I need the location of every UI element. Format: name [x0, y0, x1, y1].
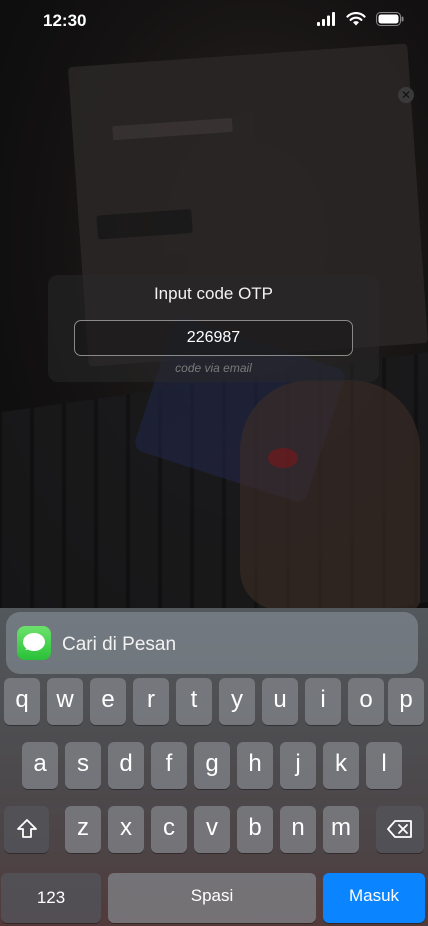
key-n[interactable]: n	[280, 806, 316, 853]
key-d[interactable]: d	[108, 742, 144, 789]
key-a[interactable]: a	[22, 742, 58, 789]
key-i[interactable]: i	[305, 678, 341, 725]
space-key[interactable]: Spasi	[108, 873, 316, 923]
backspace-icon	[387, 820, 412, 838]
delete-key[interactable]	[376, 806, 424, 853]
shift-icon	[16, 819, 37, 838]
messages-app-icon	[17, 626, 51, 660]
key-e[interactable]: e	[90, 678, 126, 725]
speech-bubble-icon	[23, 633, 45, 651]
numbers-key[interactable]: 123	[1, 873, 101, 923]
shift-key[interactable]	[4, 806, 49, 853]
battery-icon	[376, 12, 404, 26]
key-t[interactable]: t	[176, 678, 212, 725]
key-x[interactable]: x	[108, 806, 144, 853]
key-j[interactable]: j	[280, 742, 316, 789]
flyer-button-shape	[96, 208, 193, 240]
key-b[interactable]: b	[237, 806, 273, 853]
otp-dialog: Input code OTP code via email	[48, 275, 379, 382]
close-icon: ✕	[398, 87, 414, 103]
cellular-signal-icon	[317, 12, 335, 26]
otp-hint: code via email	[175, 361, 252, 375]
enter-key[interactable]: Masuk	[323, 873, 425, 923]
key-c[interactable]: c	[151, 806, 187, 853]
otp-title: Input code OTP	[153, 284, 274, 303]
key-g[interactable]: g	[194, 742, 230, 789]
key-w[interactable]: w	[47, 678, 83, 725]
key-q[interactable]: q	[4, 678, 40, 725]
otp-code-input[interactable]	[74, 320, 353, 356]
key-y[interactable]: y	[219, 678, 255, 725]
status-time: 12:30	[43, 11, 87, 30]
wifi-icon	[346, 12, 366, 26]
key-m[interactable]: m	[323, 806, 359, 853]
key-r[interactable]: r	[133, 678, 169, 725]
key-u[interactable]: u	[262, 678, 298, 725]
key-l[interactable]: l	[366, 742, 402, 789]
key-z[interactable]: z	[65, 806, 101, 853]
key-f[interactable]: f	[151, 742, 187, 789]
background-nail	[268, 448, 298, 468]
status-icons	[317, 12, 404, 26]
key-p[interactable]: p	[388, 678, 424, 725]
status-bar: 12:30	[0, 0, 428, 40]
key-k[interactable]: k	[323, 742, 359, 789]
flyer-strip	[112, 117, 233, 141]
key-o[interactable]: o	[348, 678, 384, 725]
key-s[interactable]: s	[65, 742, 101, 789]
background-hand	[240, 380, 420, 610]
suggestion-label: Cari di Pesan	[62, 634, 177, 655]
on-screen-keyboard: Cari di Pesan q w e r t y u i o p a s d …	[0, 608, 428, 926]
key-h[interactable]: h	[237, 742, 273, 789]
key-v[interactable]: v	[194, 806, 230, 853]
keyboard-suggestion[interactable]: Cari di Pesan	[6, 612, 418, 674]
